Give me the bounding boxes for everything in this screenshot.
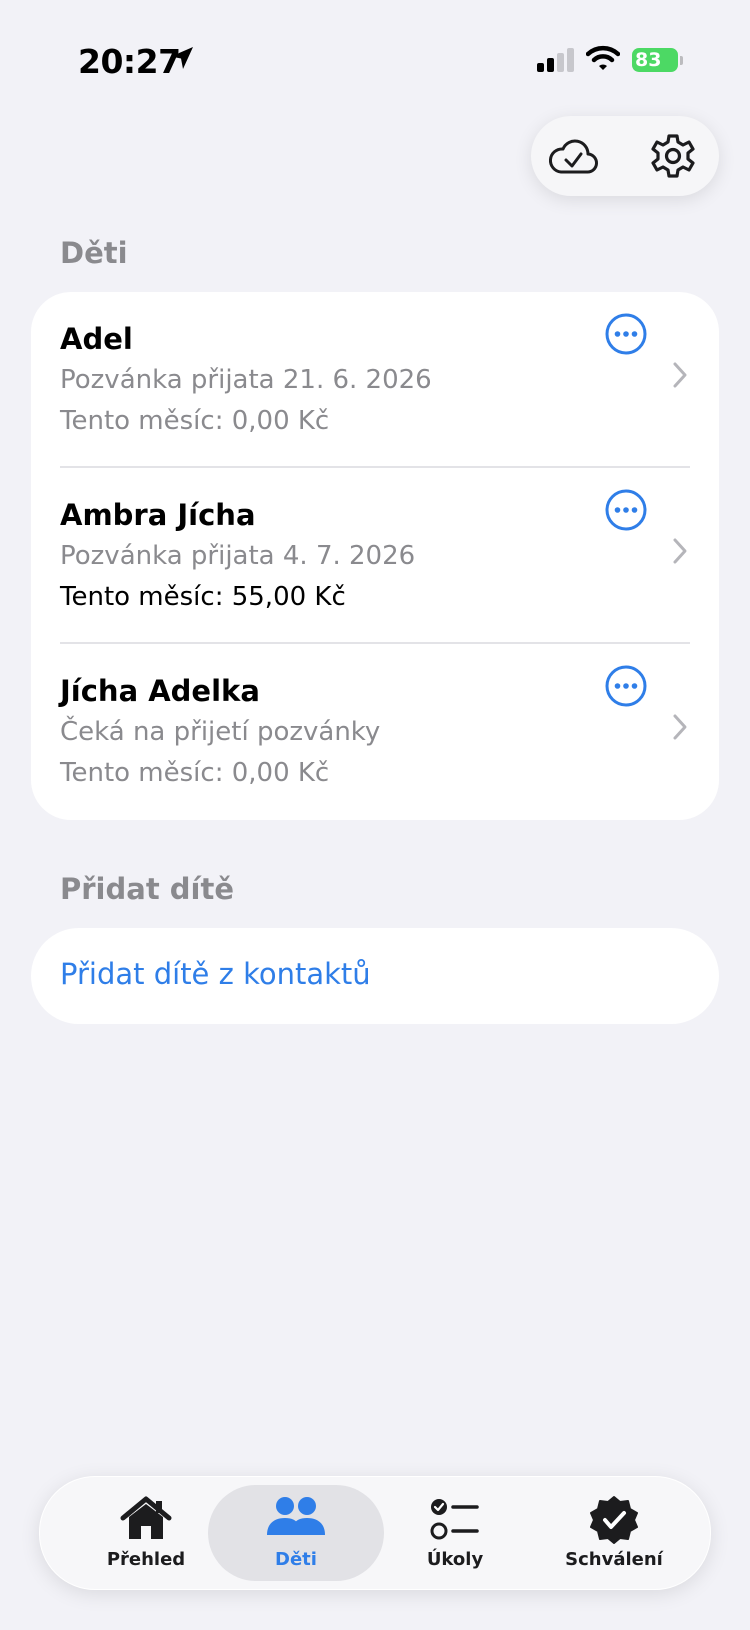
child-month-amount: Tento měsíc: 0,00 Kč xyxy=(60,406,330,436)
children-section-header: Děti xyxy=(60,236,128,270)
chevron-right-icon xyxy=(671,537,689,569)
child-name: Jícha Adelka xyxy=(60,674,260,708)
chevron-right-icon xyxy=(671,361,689,393)
status-bar: 20:27 83 xyxy=(0,36,750,86)
add-child-card: Přidat dítě z kontaktů xyxy=(31,928,719,1024)
child-month-amount: Tento měsíc: 55,00 Kč xyxy=(60,582,346,612)
cloud-check-icon[interactable] xyxy=(547,134,599,182)
add-child-section-header: Přidat dítě xyxy=(60,872,235,906)
child-row-jicha-adelka[interactable]: Jícha Adelka Čeká na přijetí pozvánky Te… xyxy=(31,644,719,820)
cellular-signal-icon xyxy=(537,48,575,76)
tab-ukoly[interactable]: Úkoly xyxy=(367,1485,543,1581)
wifi-icon xyxy=(585,44,621,76)
children-list: Adel Pozvánka přijata 21. 6. 2026 Tento … xyxy=(31,292,719,820)
child-row-adel[interactable]: Adel Pozvánka přijata 21. 6. 2026 Tento … xyxy=(31,292,719,468)
checkmark-seal-icon xyxy=(588,1495,640,1549)
chevron-right-icon xyxy=(671,713,689,745)
more-options-icon[interactable] xyxy=(604,664,648,708)
tab-label: Schválení xyxy=(565,1549,663,1570)
house-icon xyxy=(119,1495,173,1547)
tab-label: Děti xyxy=(275,1549,317,1570)
child-name: Adel xyxy=(60,322,133,356)
checklist-icon xyxy=(429,1495,481,1547)
location-arrow-icon xyxy=(168,44,196,76)
tab-schvaleni[interactable]: Schválení xyxy=(526,1485,702,1581)
add-child-from-contacts-link[interactable]: Přidat dítě z kontaktů xyxy=(60,957,371,991)
more-options-icon[interactable] xyxy=(604,312,648,356)
tab-deti[interactable]: Děti xyxy=(208,1485,384,1581)
people-icon xyxy=(265,1495,327,1543)
tab-bar: Přehled Děti Úkoly Schválení xyxy=(39,1476,711,1590)
child-row-ambra-jicha[interactable]: Ambra Jícha Pozvánka přijata 4. 7. 2026 … xyxy=(31,468,719,644)
battery-tip xyxy=(680,56,683,65)
child-month-amount: Tento měsíc: 0,00 Kč xyxy=(60,758,330,788)
top-actions xyxy=(531,116,719,196)
child-invite-status: Pozvánka přijata 4. 7. 2026 xyxy=(60,541,416,571)
child-name: Ambra Jícha xyxy=(60,498,256,532)
child-invite-status: Pozvánka přijata 21. 6. 2026 xyxy=(60,365,432,395)
battery-indicator: 83 xyxy=(632,48,678,72)
status-time: 20:27 xyxy=(78,42,181,81)
child-invite-status: Čeká na přijetí pozvánky xyxy=(60,717,381,747)
more-options-icon[interactable] xyxy=(604,488,648,532)
gear-icon[interactable] xyxy=(650,133,696,183)
tab-label: Úkoly xyxy=(426,1549,484,1570)
